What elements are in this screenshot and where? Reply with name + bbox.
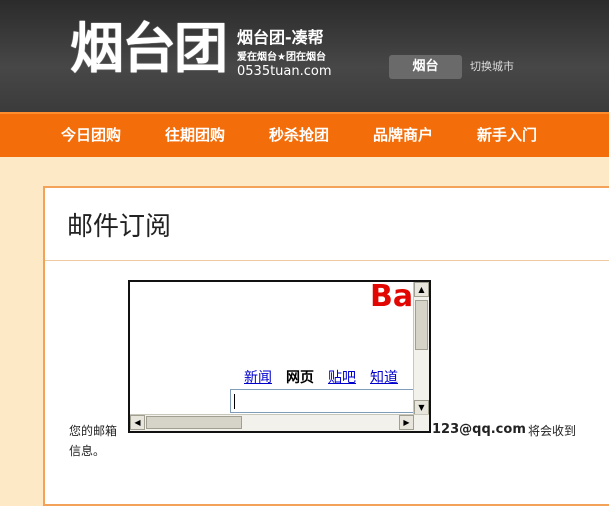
nav-item-flash-sale[interactable]: 秒杀抢团 <box>269 114 329 157</box>
link-zhidao[interactable]: 知道 <box>370 370 398 386</box>
text-caret <box>234 394 235 409</box>
search-input[interactable] <box>230 389 420 413</box>
scroll-left-icon[interactable]: ◀ <box>130 415 145 430</box>
nav-item-brands[interactable]: 品牌商户 <box>373 114 433 157</box>
email-suffix-text: 将会收到 <box>528 424 577 438</box>
subscribed-email: 123@qq.com <box>432 422 526 437</box>
scroll-right-icon[interactable]: ▶ <box>399 415 414 430</box>
link-web[interactable]: 网页 <box>286 370 314 386</box>
scroll-up-icon[interactable]: ▲ <box>414 282 429 297</box>
nav-item-today[interactable]: 今日团购 <box>61 114 121 157</box>
search-category-links: 新闻 网页 贴吧 知道 <box>244 368 412 388</box>
link-tieba[interactable]: 贴吧 <box>328 370 356 386</box>
nav-item-past[interactable]: 往期团购 <box>165 114 225 157</box>
switch-city-link[interactable]: 切换城市 <box>470 59 514 75</box>
site-logo[interactable]: 烟台团 <box>70 18 228 80</box>
logo-slogan: 爱在烟台★团在烟台 <box>237 52 326 63</box>
logo-text-block: 烟台团-凑帮 爱在烟台★团在烟台 0535tuan.com <box>237 28 347 79</box>
main-nav: 今日团购 往期团购 秒杀抢团 品牌商户 新手入门 <box>0 112 609 157</box>
email-prefix-text: 您的邮箱 <box>69 424 118 438</box>
scroll-down-icon[interactable]: ▼ <box>414 400 429 415</box>
embedded-browser-frame[interactable]: Ba 新闻 网页 贴吧 知道 ▲ ▼ ◀ ▶ <box>128 280 431 433</box>
title-divider <box>45 260 609 261</box>
horizontal-scroll-thumb[interactable] <box>146 416 242 429</box>
subscribe-info-line: 您的邮箱 123@qq.com 将会收到 烟台 <box>69 422 576 440</box>
nav-item-beginners[interactable]: 新手入门 <box>477 114 537 157</box>
vertical-scrollbar[interactable]: ▲ ▼ <box>413 282 429 415</box>
baidu-logo: Ba <box>370 280 414 314</box>
logo-name: 烟台团-凑帮 <box>237 28 324 47</box>
logo-domain: 0535tuan.com <box>237 64 332 79</box>
site-header: 烟台团 烟台团-凑帮 爱在烟台★团在烟台 0535tuan.com 烟台 切换城… <box>0 0 609 112</box>
subscribe-info-line2: 信息。 <box>69 444 106 458</box>
page-title: 邮件订阅 <box>67 212 172 242</box>
link-news[interactable]: 新闻 <box>244 370 272 386</box>
vertical-scroll-thumb[interactable] <box>415 300 428 350</box>
horizontal-scrollbar[interactable]: ◀ ▶ <box>130 414 429 431</box>
current-city-button[interactable]: 烟台 <box>389 55 462 79</box>
